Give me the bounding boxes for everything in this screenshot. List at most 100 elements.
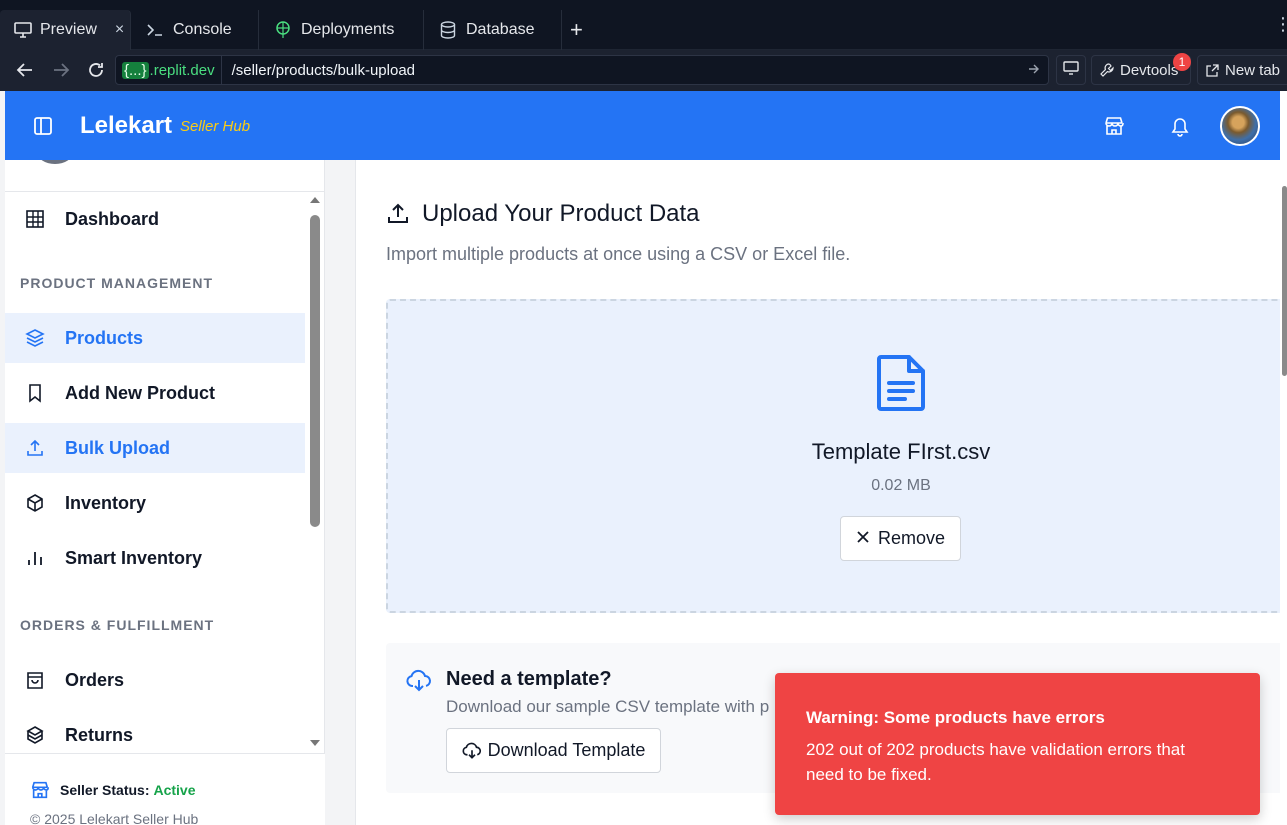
sidebar-item-orders[interactable]: Orders [5, 655, 305, 705]
page-subtitle: Import multiple products at once using a… [386, 244, 851, 264]
status-badge: Active [153, 782, 196, 798]
close-icon[interactable]: × [115, 21, 124, 39]
url-path: /seller/products/bulk-upload [231, 61, 416, 79]
scroll-up-icon [310, 197, 320, 203]
close-icon [856, 528, 870, 549]
cloud-download-icon [406, 669, 432, 698]
browser-tab-bar: Preview × Console Deployments Database +… [0, 0, 1287, 50]
sidebar-item-label: Orders [65, 669, 125, 690]
go-arrow-icon[interactable] [1028, 62, 1040, 78]
more-icon[interactable]: ⋮ [1274, 14, 1287, 35]
tab-label: Preview [40, 21, 97, 38]
tab-console[interactable]: Console [131, 10, 259, 50]
database-icon [438, 20, 458, 40]
external-link-icon [1206, 63, 1219, 77]
package-return-icon [25, 725, 45, 745]
sidebar-item-label: Bulk Upload [65, 437, 171, 458]
url-bar-row: {...} .replit.dev /seller/products/bulk-… [0, 50, 1287, 91]
sidebar-item-label: Returns [65, 724, 134, 745]
seller-status: Seller Status: Active [30, 780, 196, 800]
sidebar-toggle-icon[interactable] [33, 116, 53, 136]
tab-deployments[interactable]: Deployments [259, 10, 424, 50]
deploy-icon [273, 20, 293, 40]
new-tab-plus-icon[interactable]: + [570, 10, 594, 50]
app-header: Lelekart Seller Hub [5, 91, 1280, 160]
download-label: Download Template [487, 740, 646, 760]
devtools-badge: 1 [1173, 53, 1191, 71]
brand-logo[interactable]: Lelekart [80, 112, 172, 140]
devtools-label: Devtools [1120, 61, 1179, 79]
page-title-text: Upload Your Product Data [422, 200, 700, 227]
status-label: Seller Status: [60, 782, 150, 798]
file-size: 0.02 MB [871, 477, 931, 494]
bell-icon[interactable] [1169, 115, 1191, 137]
sidebar-item-add-new-product[interactable]: Add New Product [5, 368, 305, 418]
sidebar-footer: Seller Status: Active © 2025 Lelekart Se… [5, 753, 325, 825]
box-icon [25, 493, 45, 513]
file-dropzone[interactable]: Template FIrst.csv 0.02 MB Remove [386, 299, 1280, 613]
device-preview-button[interactable] [1056, 55, 1086, 85]
wrench-icon [1100, 63, 1114, 77]
store-icon[interactable] [1103, 115, 1125, 137]
sidebar-item-label: Products [65, 327, 144, 348]
sidebar-item-dashboard[interactable]: Dashboard [5, 194, 305, 244]
section-product-management: PRODUCT MANAGEMENT [20, 275, 213, 291]
bar-chart-icon [25, 548, 45, 568]
template-description: Download our sample CSV template with p [446, 697, 770, 716]
url-field[interactable]: {...} .replit.dev /seller/products/bulk-… [115, 55, 1049, 85]
grid-icon [25, 209, 45, 229]
sidebar-item-inventory[interactable]: Inventory [5, 478, 305, 528]
tab-database[interactable]: Database [424, 10, 562, 50]
upload-icon [25, 438, 45, 458]
sidebar: Dashboard PRODUCT MANAGEMENT Products Ad… [5, 160, 325, 825]
domain-braces: {...} [122, 61, 149, 79]
forward-arrow-icon[interactable] [49, 58, 73, 82]
terminal-icon [145, 20, 165, 40]
sidebar-item-label: Smart Inventory [65, 547, 203, 568]
download-template-button[interactable]: Download Template [446, 728, 661, 773]
page-scrollbar[interactable] [1280, 91, 1287, 825]
back-arrow-icon[interactable] [13, 58, 37, 82]
scrollbar-thumb[interactable] [310, 215, 320, 527]
error-toast[interactable]: Warning: Some products have errors 202 o… [775, 673, 1260, 815]
sidebar-profile-area [5, 160, 325, 192]
bookmark-icon [25, 383, 45, 403]
new-tab-button[interactable]: New tab [1197, 55, 1287, 85]
tab-label: Deployments [301, 21, 395, 38]
layers-icon [25, 328, 45, 348]
toast-message: 202 out of 202 products have validation … [806, 740, 1185, 784]
avatar[interactable] [1220, 106, 1260, 146]
section-orders-fulfillment: ORDERS & FULFILLMENT [20, 617, 215, 633]
profile-avatar [37, 160, 73, 164]
sidebar-item-smart-inventory[interactable]: Smart Inventory [5, 533, 305, 583]
shopping-bag-icon [25, 670, 45, 690]
new-tab-label: New tab [1225, 61, 1281, 79]
reload-icon[interactable] [84, 58, 108, 82]
sidebar-item-bulk-upload[interactable]: Bulk Upload [5, 423, 305, 473]
device-icon [1063, 61, 1079, 79]
brand-subtitle: Seller Hub [180, 118, 251, 135]
sidebar-item-label: Dashboard [65, 208, 160, 229]
file-text-icon [875, 353, 927, 418]
url-domain: {...} .replit.dev [116, 56, 222, 84]
store-small-icon [30, 780, 50, 800]
remove-label: Remove [877, 528, 946, 548]
toast-title: Warning: Some products have errors [806, 708, 1105, 727]
copyright: © 2025 Lelekart Seller Hub [30, 811, 199, 825]
tab-label: Database [466, 21, 535, 38]
file-name: Template FIrst.csv [811, 439, 991, 464]
upload-icon [386, 202, 422, 226]
cloud-download-icon [462, 742, 481, 759]
remove-button[interactable]: Remove [840, 516, 961, 561]
sidebar-item-products[interactable]: Products [5, 313, 305, 363]
tab-label: Console [173, 21, 232, 38]
sidebar-item-label: Inventory [65, 492, 147, 513]
scroll-down-icon [310, 740, 320, 746]
sidebar-item-label: Add New Product [65, 382, 216, 403]
domain-text: .replit.dev [149, 61, 215, 79]
monitor-icon [14, 20, 32, 40]
page-title: Upload Your Product Data [386, 200, 700, 228]
sidebar-scrollbar[interactable] [308, 195, 322, 750]
tab-preview[interactable]: Preview × [0, 10, 131, 50]
page-scrollbar-thumb[interactable] [1282, 186, 1287, 376]
